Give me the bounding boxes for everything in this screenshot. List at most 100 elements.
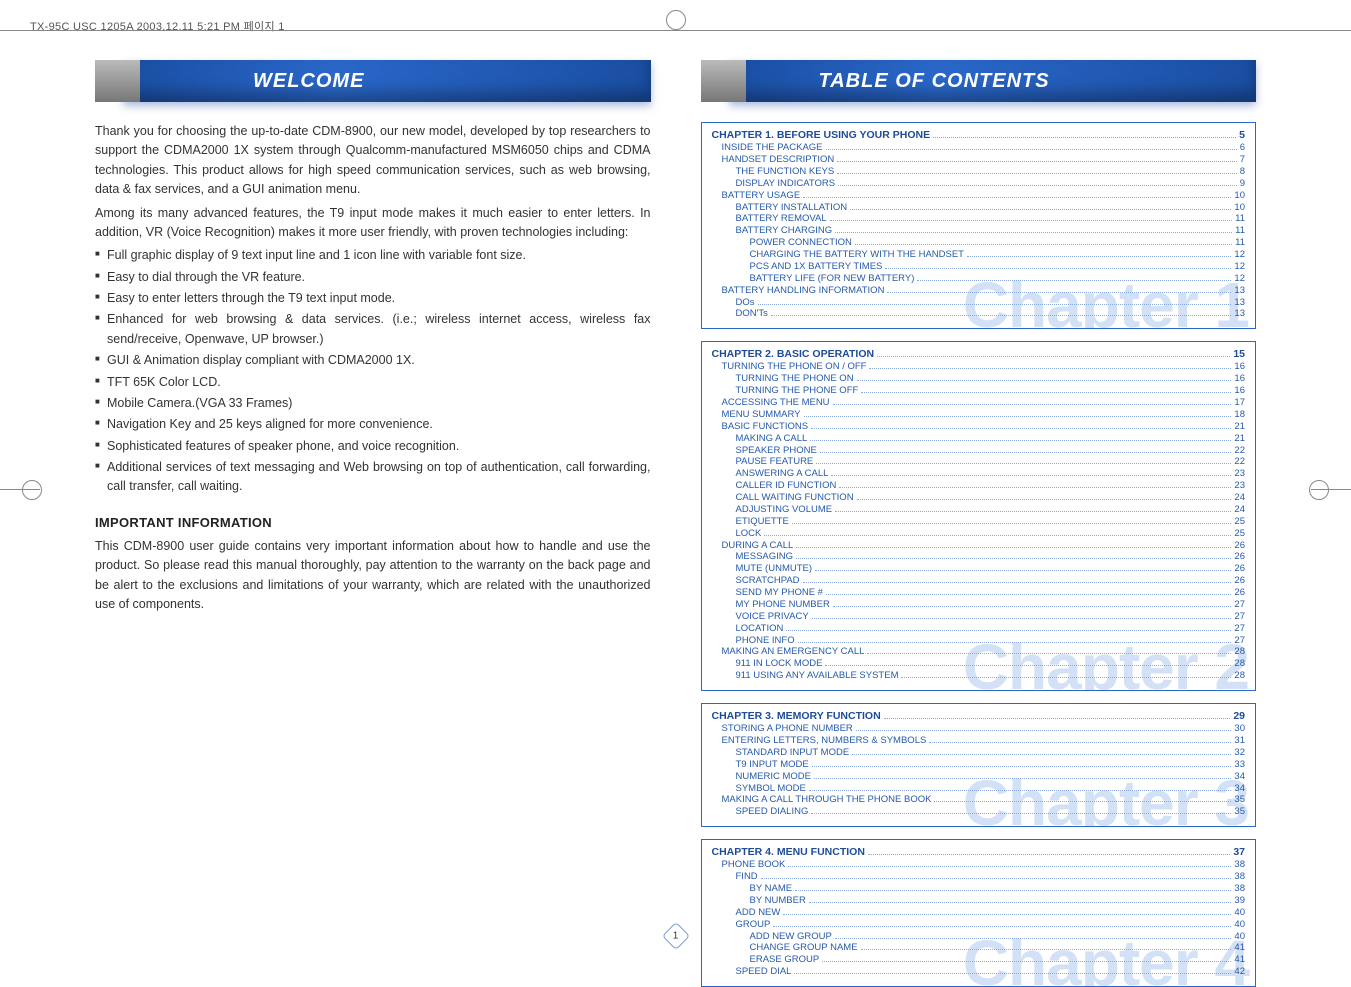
toc-line: INSIDE THE PACKAGE6 — [712, 142, 1246, 154]
toc-line: POWER CONNECTION 11 — [712, 237, 1246, 249]
toc-label: BASIC FUNCTIONS — [722, 421, 809, 433]
toc-leader — [901, 677, 1231, 678]
toc-page: 13 — [1234, 285, 1245, 297]
toc-leader — [809, 790, 1232, 791]
feature-item: Mobile Camera.(VGA 33 Frames) — [95, 394, 651, 413]
toc-line: BATTERY CHARGING11 — [712, 225, 1246, 237]
toc-leader — [835, 511, 1231, 512]
feature-item: GUI & Animation display compliant with C… — [95, 351, 651, 370]
spread: WELCOME Thank you for choosing the up-to… — [95, 60, 1256, 939]
toc-page: 38 — [1234, 871, 1245, 883]
toc-leader — [798, 642, 1232, 643]
welcome-body: Thank you for choosing the up-to-date CD… — [95, 122, 651, 614]
toc-page: 26 — [1234, 563, 1245, 575]
feature-item: Full graphic display of 9 text input lin… — [95, 246, 651, 265]
crop-mark-top — [666, 10, 686, 30]
toc-label: ADJUSTING VOLUME — [736, 504, 833, 516]
toc-line: LOCATION27 — [712, 623, 1246, 635]
toc-leader — [885, 268, 1231, 269]
toc-page: 6 — [1240, 142, 1245, 154]
toc-leader — [809, 902, 1232, 903]
toc-label: BATTERY USAGE — [722, 190, 801, 202]
toc-page: 28 — [1234, 646, 1245, 658]
toc-line: ANSWERING A CALL23 — [712, 468, 1246, 480]
toc-line: BATTERY REMOVAL11 — [712, 213, 1246, 225]
toc-leader — [837, 161, 1236, 162]
toc-label: ERASE GROUP — [750, 954, 820, 966]
toc-line: CHAPTER 1. BEFORE USING YOUR PHONE5 — [712, 129, 1246, 142]
toc-leader — [812, 618, 1232, 619]
toc-leader — [796, 547, 1231, 548]
toc-label: PAUSE FEATURE — [736, 456, 814, 468]
toc-line: ENTERING LETTERS, NUMBERS & SYMBOLS31 — [712, 735, 1246, 747]
toc-page: 34 — [1234, 783, 1245, 795]
toc-line: MUTE (UNMUTE)26 — [712, 563, 1246, 575]
file-header: TX-95C USC 1205A 2003.12.11 5:21 PM 페이지 … — [30, 18, 285, 34]
toc-line: MAKING A CALL21 — [712, 433, 1246, 445]
toc-label: BATTERY CHARGING — [736, 225, 833, 237]
banner-tab — [95, 60, 140, 102]
toc-label: CHANGE GROUP NAME — [750, 942, 858, 954]
toc-label: THE FUNCTION KEYS — [736, 166, 835, 178]
toc-line: MAKING A CALL THROUGH THE PHONE BOOK35 — [712, 794, 1246, 806]
toc-leader — [838, 185, 1237, 186]
toc-leader — [852, 754, 1231, 755]
toc-label: PCS AND 1X BATTERY TIMES — [750, 261, 883, 273]
toc-label: LOCK — [736, 528, 762, 540]
toc-leader — [761, 878, 1232, 879]
toc-label: DOs — [736, 297, 755, 309]
toc-label: ADD NEW — [736, 907, 781, 919]
toc-leader — [861, 392, 1231, 393]
toc-leader — [833, 404, 1232, 405]
feature-item: TFT 65K Color LCD. — [95, 373, 651, 392]
toc-line: PHONE INFO27 — [712, 635, 1246, 647]
toc-leader — [856, 730, 1232, 731]
toc-line: SEND MY PHONE #26 — [712, 587, 1246, 599]
welcome-para-2: Among its many advanced features, the T9… — [95, 204, 651, 243]
toc-line: CHAPTER 2. BASIC OPERATION15 — [712, 348, 1246, 361]
top-rule — [0, 30, 1351, 31]
toc-line: CHANGE GROUP NAME41 — [712, 942, 1246, 954]
toc-leader — [825, 665, 1231, 666]
toc-line: BATTERY HANDLING INFORMATION 13 — [712, 285, 1246, 297]
toc-line: SPEED DIALING35 — [712, 806, 1246, 818]
toc-leader — [815, 570, 1231, 571]
toc-leader — [783, 914, 1231, 915]
toc-label: 911 USING ANY AVAILABLE SYSTEM — [736, 670, 899, 682]
toc-line: BATTERY LIFE (FOR NEW BATTERY)12 — [712, 273, 1246, 285]
toc-leader — [794, 973, 1231, 974]
toc-page: 26 — [1234, 587, 1245, 599]
toc-line: DISPLAY INDICATORS9 — [712, 178, 1246, 190]
toc-line: 911 IN LOCK MODE28 — [712, 658, 1246, 670]
feature-item: Sophisticated features of speaker phone,… — [95, 437, 651, 456]
banner-bg: TABLE OF CONTENTS — [729, 60, 1257, 102]
toc-label: POWER CONNECTION — [750, 237, 852, 249]
toc-page: 10 — [1234, 202, 1245, 214]
toc-line: ADD NEW GROUP40 — [712, 931, 1246, 943]
toc-page: 34 — [1234, 771, 1245, 783]
banner-bg: WELCOME — [123, 60, 651, 102]
toc-leader — [857, 499, 1232, 500]
toc-line: 911 USING ANY AVAILABLE SYSTEM28 — [712, 670, 1246, 682]
toc-leader — [833, 606, 1232, 607]
toc-label: TURNING THE PHONE ON — [736, 373, 854, 385]
toc-line: DON'Ts13 — [712, 308, 1246, 320]
toc-leader — [788, 866, 1231, 867]
feature-item: Additional services of text messaging an… — [95, 458, 651, 497]
toc-page: 11 — [1235, 237, 1245, 249]
toc-leader — [861, 949, 1232, 950]
toc-line: BASIC FUNCTIONS21 — [712, 421, 1246, 433]
toc-line: SYMBOL MODE34 — [712, 783, 1246, 795]
toc-label: BY NUMBER — [750, 895, 806, 907]
toc-line: BY NAME38 — [712, 883, 1246, 895]
toc-label: T9 INPUT MODE — [736, 759, 809, 771]
toc-leader — [773, 926, 1231, 927]
toc-leader — [796, 558, 1231, 559]
toc-page: 37 — [1233, 846, 1245, 859]
toc-leader — [814, 778, 1231, 779]
toc-line: FIND38 — [712, 871, 1246, 883]
toc-label: DON'Ts — [736, 308, 768, 320]
toc-leader — [795, 890, 1231, 891]
toc-label: BATTERY HANDLING INFORMATION — [722, 285, 885, 297]
toc-leader — [803, 582, 1232, 583]
